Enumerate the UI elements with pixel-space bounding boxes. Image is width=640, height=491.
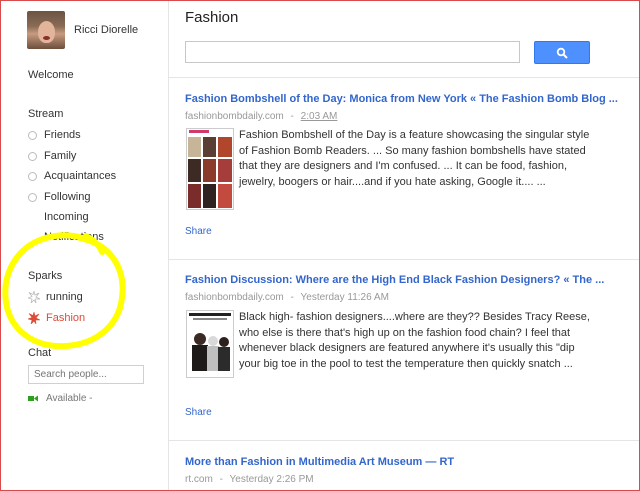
share-link[interactable]: Share bbox=[185, 407, 212, 418]
meta-separator: - bbox=[290, 292, 294, 303]
post-snippet: Black high- fashion designers....where a… bbox=[239, 311, 590, 370]
profile-name[interactable]: Ricci Diorelle bbox=[74, 24, 138, 36]
post-meta: fashionbombdaily.com - 2:03 AM bbox=[185, 111, 337, 122]
post-snippet: Fashion Bombshell of the Day is a featur… bbox=[239, 129, 590, 188]
sidebar: Ricci Diorelle Welcome Stream Friends Fa… bbox=[1, 1, 169, 490]
page-title: Fashion bbox=[185, 9, 239, 26]
availability-status[interactable]: Available - bbox=[28, 393, 93, 404]
post-source: rt.com bbox=[185, 474, 213, 485]
spark-item-running[interactable]: running bbox=[28, 291, 83, 303]
circle-icon bbox=[28, 192, 37, 202]
post-timestamp[interactable]: Yesterday 11:26 AM bbox=[301, 292, 389, 303]
spark-icon bbox=[28, 291, 40, 303]
profile[interactable]: Ricci Diorelle bbox=[27, 11, 138, 49]
spark-item-fashion[interactable]: Fashion bbox=[28, 312, 85, 324]
spark-icon bbox=[28, 312, 40, 324]
stream-item-friends[interactable]: Friends bbox=[28, 129, 81, 141]
circle-icon bbox=[28, 130, 37, 140]
post-source: fashionbombdaily.com bbox=[185, 292, 284, 303]
post-meta: rt.com - Yesterday 2:26 PM bbox=[185, 474, 314, 485]
post-title-link[interactable]: Fashion Discussion: Where are the High E… bbox=[185, 274, 604, 286]
video-camera-icon bbox=[28, 395, 38, 402]
post-title-link[interactable]: More than Fashion in Multimedia Art Muse… bbox=[185, 456, 454, 468]
meta-separator: - bbox=[290, 111, 294, 122]
circle-icon bbox=[28, 171, 37, 181]
sparks-heading[interactable]: Sparks bbox=[28, 270, 62, 282]
main-content: Fashion Fashion Bombshell of the Day: Mo… bbox=[169, 1, 639, 490]
nav-incoming[interactable]: Incoming bbox=[44, 211, 89, 223]
stream-item-label: Following bbox=[44, 191, 91, 203]
post-timestamp[interactable]: 2:03 AM bbox=[301, 111, 338, 122]
search-button[interactable] bbox=[534, 41, 590, 64]
post-thumbnail[interactable] bbox=[186, 310, 234, 378]
chat-search-input[interactable] bbox=[28, 365, 144, 384]
avatar[interactable] bbox=[27, 11, 65, 49]
spark-item-label: Fashion bbox=[46, 312, 86, 324]
availability-label: Available - bbox=[46, 393, 93, 404]
spark-item-label: running bbox=[46, 291, 83, 303]
stream-item-acquaintances[interactable]: Acquaintances bbox=[28, 170, 116, 182]
nav-welcome[interactable]: Welcome bbox=[28, 69, 74, 81]
stream-item-following[interactable]: Following bbox=[28, 191, 90, 203]
search-icon bbox=[556, 47, 568, 59]
divider bbox=[169, 440, 639, 441]
post-timestamp[interactable]: Yesterday 2:26 PM bbox=[230, 474, 314, 485]
nav-notifications[interactable]: Notifications bbox=[44, 231, 104, 243]
stream-item-family[interactable]: Family bbox=[28, 150, 76, 162]
meta-separator: - bbox=[219, 474, 223, 485]
stream-heading[interactable]: Stream bbox=[28, 108, 63, 120]
divider bbox=[169, 77, 639, 78]
share-link[interactable]: Share bbox=[185, 226, 212, 237]
search-input[interactable] bbox=[185, 41, 520, 63]
stream-item-label: Family bbox=[44, 150, 77, 162]
circle-icon bbox=[28, 151, 37, 161]
stream-item-label: Acquaintances bbox=[44, 170, 117, 182]
post-meta: fashionbombdaily.com - Yesterday 11:26 A… bbox=[185, 292, 389, 303]
post-title-link[interactable]: Fashion Bombshell of the Day: Monica fro… bbox=[185, 93, 618, 105]
stream-item-label: Friends bbox=[44, 129, 81, 141]
post-thumbnail[interactable] bbox=[186, 128, 234, 210]
chat-heading: Chat bbox=[28, 347, 52, 359]
post-source: fashionbombdaily.com bbox=[185, 111, 284, 122]
divider bbox=[169, 259, 639, 260]
